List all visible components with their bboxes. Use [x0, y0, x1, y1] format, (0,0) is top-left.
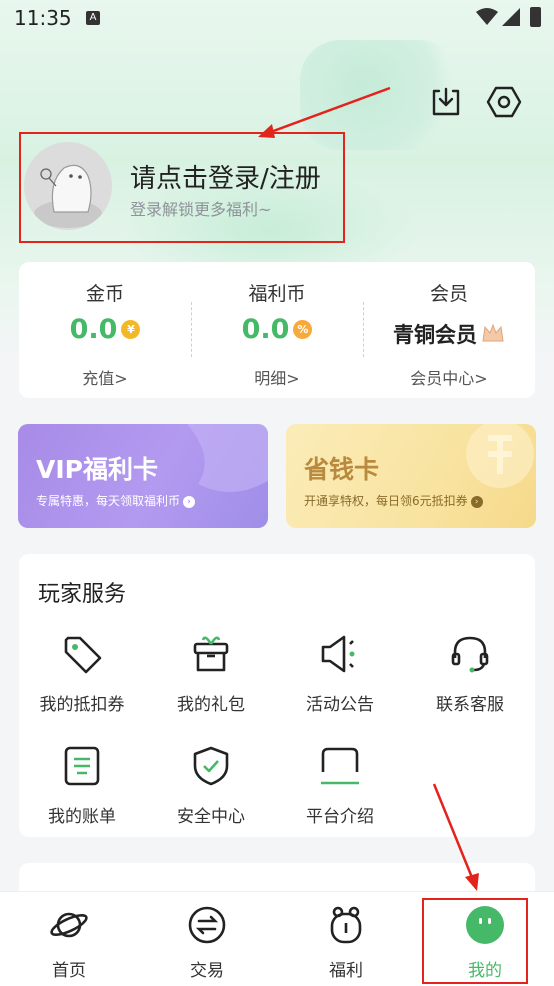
- player-services-card: 玩家服务 我的抵扣券 我的礼包 活动公告 联系客服 我的账单 安全中心 平台介绍: [19, 554, 535, 837]
- welfare-coin-value: 0.0: [241, 314, 290, 345]
- battery-icon: [530, 7, 541, 27]
- tab-label: 交易: [190, 961, 224, 981]
- stat-label: 会员: [429, 283, 468, 305]
- service-label: 平台介绍: [306, 807, 374, 827]
- details-link[interactable]: 明细>: [191, 365, 363, 389]
- notification-icon: A: [86, 11, 100, 25]
- headset-icon: [451, 636, 489, 673]
- tab-home[interactable]: 首页: [0, 892, 138, 986]
- welfare-coin-stat[interactable]: 福利币 0.0 % 明细>: [191, 262, 363, 398]
- service-customer-support[interactable]: 联系客服: [415, 632, 525, 715]
- stat-value: 0.0 %: [191, 314, 363, 345]
- savings-card-subtitle: 开通享特权，每日领6元抵扣券 ›: [304, 492, 483, 509]
- platform-icon: [321, 747, 359, 785]
- annotation-highlight-login: [19, 132, 345, 243]
- vip-card-title: VIP福利卡: [36, 455, 158, 484]
- service-announcements[interactable]: 活动公告: [285, 632, 395, 715]
- tag-icon: [64, 636, 102, 674]
- stat-value: 青铜会员: [363, 319, 535, 349]
- status-bar: 11:35 A: [0, 0, 554, 38]
- tab-label: 首页: [52, 961, 86, 981]
- assets-card: 金币 0.0 ¥ 充值> 福利币 0.0 % 明细> 会员 青铜会员 会员中心>: [19, 262, 535, 398]
- tab-label: 福利: [329, 961, 363, 981]
- coin-value: 0.0: [69, 314, 118, 345]
- bill-icon: [64, 746, 100, 786]
- service-security[interactable]: 安全中心: [156, 744, 266, 827]
- coin-stat[interactable]: 金币 0.0 ¥ 充值>: [19, 262, 191, 398]
- coin-icon: ¥: [121, 320, 141, 339]
- shield-icon: [193, 746, 229, 786]
- planet-icon: [50, 912, 88, 938]
- savings-card-subtitle-text: 开通享特权，每日领6元抵扣券: [304, 494, 468, 508]
- service-label: 我的礼包: [177, 695, 245, 715]
- service-label: 联系客服: [436, 695, 504, 715]
- service-gifts[interactable]: 我的礼包: [156, 632, 266, 715]
- chevron-right-icon: ›: [470, 495, 483, 508]
- exchange-icon: [188, 906, 226, 944]
- recharge-link[interactable]: 充值>: [19, 365, 191, 389]
- savings-card-decoration: [466, 424, 534, 488]
- section-title: 玩家服务: [38, 582, 127, 607]
- service-label: 安全中心: [177, 807, 245, 827]
- hexagon-settings-icon[interactable]: [486, 84, 522, 120]
- service-bills[interactable]: 我的账单: [27, 744, 137, 827]
- status-time: 11:35: [14, 6, 72, 30]
- annotation-highlight-mine-tab: [422, 898, 528, 984]
- service-coupons[interactable]: 我的抵扣券: [27, 632, 137, 715]
- membership-stat[interactable]: 会员 青铜会员 会员中心>: [363, 262, 535, 398]
- crown-icon: [482, 323, 504, 342]
- gift-icon: [193, 636, 229, 672]
- vip-card-subtitle: 专属特惠，每天领取福利币 ›: [36, 492, 196, 509]
- stat-label: 福利币: [248, 283, 306, 305]
- download-icon[interactable]: [428, 84, 464, 120]
- service-platform-intro[interactable]: 平台介绍: [285, 744, 395, 827]
- stat-label: 金币: [85, 283, 124, 305]
- service-label: 我的抵扣券: [39, 695, 125, 715]
- welfare-coin-icon: %: [293, 320, 313, 339]
- savings-card-title: 省钱卡: [304, 455, 380, 484]
- member-center-link[interactable]: 会员中心>: [363, 365, 535, 389]
- tab-trade[interactable]: 交易: [138, 892, 276, 986]
- wifi-icon: [476, 8, 498, 25]
- stat-value: 0.0 ¥: [19, 314, 191, 345]
- membership-level: 青铜会员: [393, 323, 477, 347]
- signal-icon: [502, 8, 520, 26]
- vip-card[interactable]: VIP福利卡 专属特惠，每天领取福利币 ›: [18, 424, 268, 528]
- clock-icon: [330, 906, 362, 944]
- speaker-icon: [321, 635, 355, 673]
- service-label: 活动公告: [306, 695, 374, 715]
- tab-welfare[interactable]: 福利: [277, 892, 415, 986]
- vip-card-subtitle-text: 专属特惠，每天领取福利币: [36, 494, 181, 508]
- savings-card[interactable]: 省钱卡 开通享特权，每日领6元抵扣券 ›: [286, 424, 536, 528]
- service-label: 我的账单: [48, 807, 116, 827]
- chevron-right-icon: ›: [183, 495, 196, 508]
